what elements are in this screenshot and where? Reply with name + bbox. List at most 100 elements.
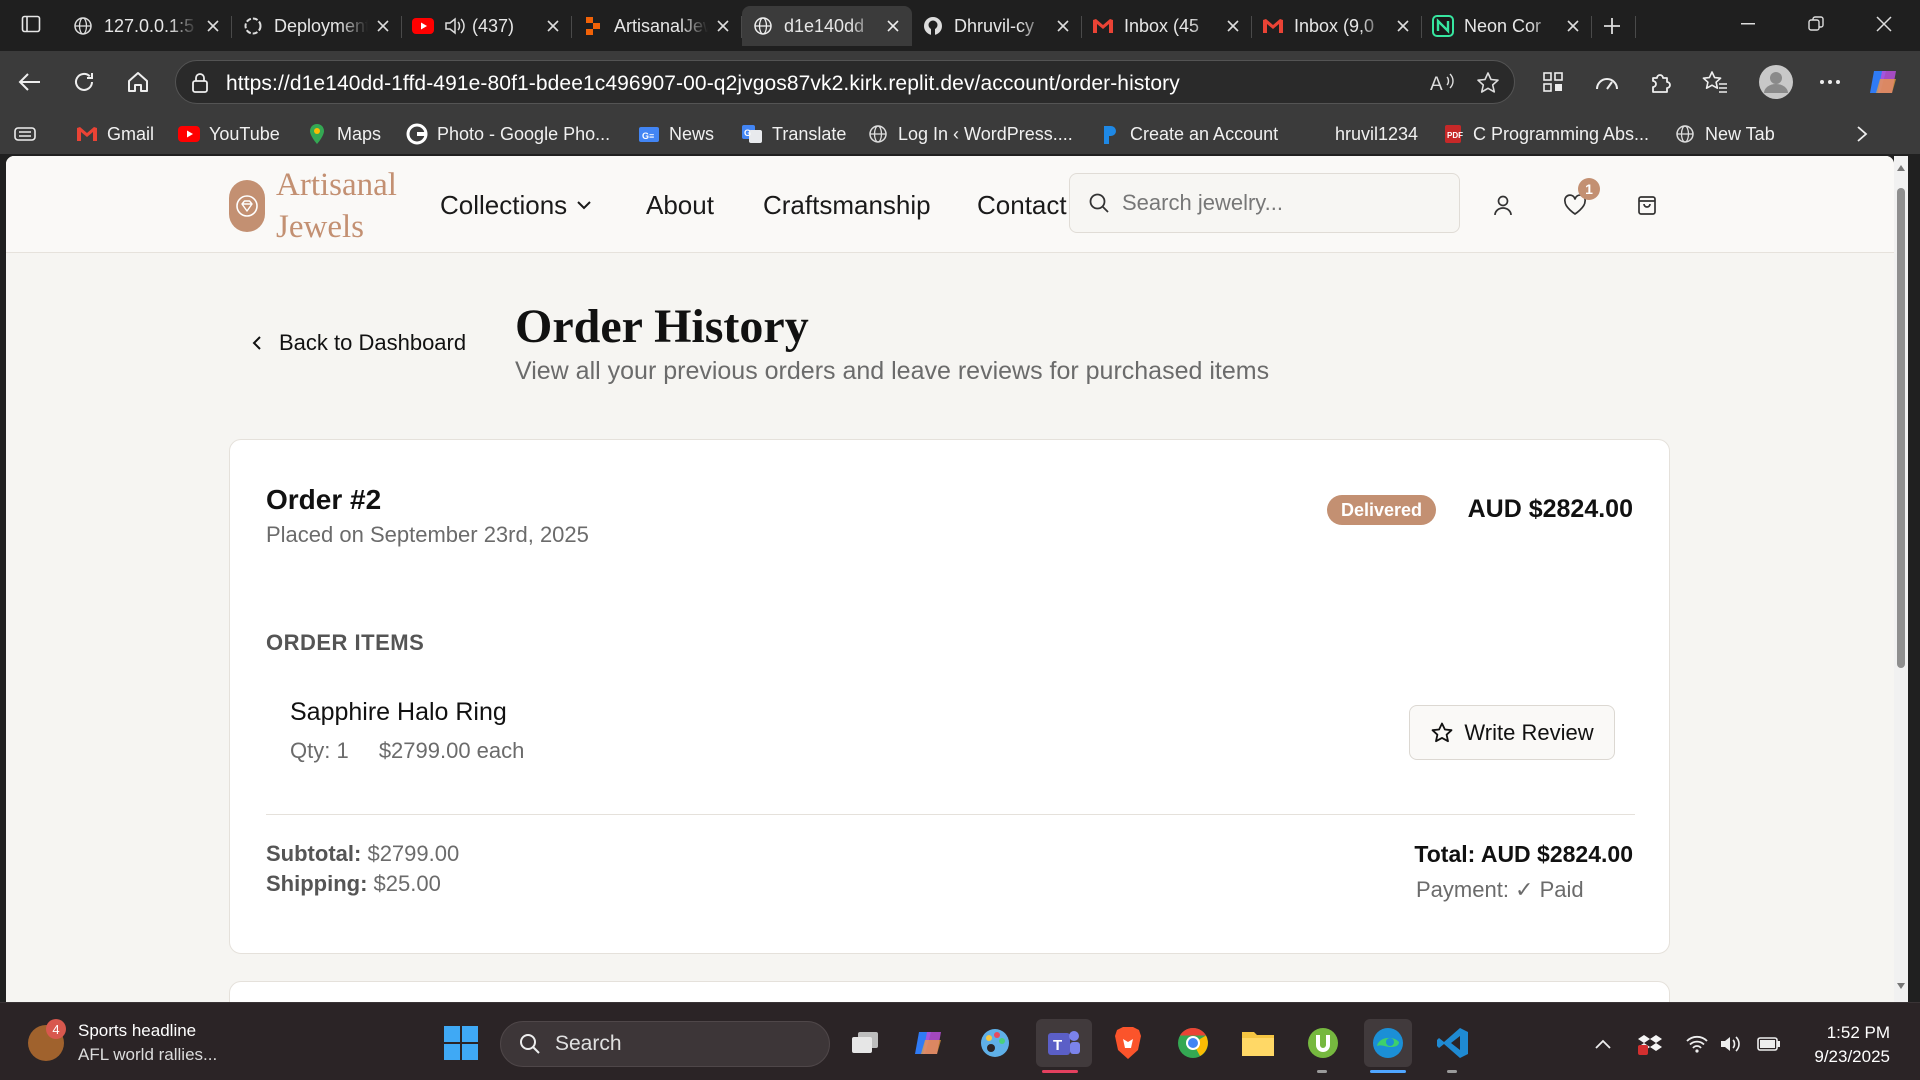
profile-button[interactable] <box>1756 62 1796 102</box>
account-button[interactable] <box>1484 186 1522 224</box>
show-hidden-icons[interactable] <box>1590 1031 1616 1057</box>
scroll-thumb[interactable] <box>1897 188 1905 668</box>
close-icon[interactable] <box>1394 17 1412 35</box>
bookmarks-overflow-button[interactable] <box>1856 119 1868 149</box>
performance-button[interactable] <box>1587 62 1627 102</box>
cart-button[interactable] <box>1628 186 1666 224</box>
browser-tab[interactable]: Neon Cor <box>1422 6 1592 46</box>
nav-collections[interactable]: Collections <box>440 190 591 221</box>
browser-tab-active[interactable]: d1e140dd <box>742 6 912 46</box>
bookmark-label: Log In ‹ WordPress.... <box>898 123 1073 144</box>
close-icon[interactable] <box>1564 17 1582 35</box>
home-button[interactable] <box>118 62 158 102</box>
back-button[interactable] <box>10 62 50 102</box>
chrome-app[interactable] <box>1169 1019 1217 1067</box>
bookmark-create-account[interactable]: Create an Account <box>1099 119 1278 149</box>
refresh-button[interactable] <box>64 62 104 102</box>
brave-app[interactable] <box>1104 1019 1152 1067</box>
close-icon[interactable] <box>204 17 222 35</box>
new-tab-button[interactable] <box>1592 6 1636 46</box>
tab-actions-button[interactable] <box>0 0 62 48</box>
tab-title: Inbox (9,0 <box>1294 15 1375 36</box>
svg-text:G≡: G≡ <box>642 131 654 141</box>
browser-tab[interactable]: Inbox (45 <box>1082 6 1252 46</box>
close-icon[interactable] <box>714 17 732 35</box>
scroll-down-icon[interactable] <box>1897 982 1905 990</box>
start-button[interactable] <box>437 1019 485 1067</box>
close-window-button[interactable] <box>1852 0 1916 48</box>
url-text[interactable]: https://d1e140dd-1ffd-491e-80f1-bdee1c49… <box>226 72 1180 96</box>
copilot-button[interactable] <box>1864 62 1904 102</box>
close-icon[interactable] <box>1224 17 1242 35</box>
bookmark-hruvil[interactable]: hruvil1234 <box>1335 119 1418 149</box>
bookmark-translate[interactable]: G Translate <box>741 119 846 149</box>
browser-tab[interactable]: Deployments <box>232 6 402 46</box>
plus-icon <box>1602 16 1622 36</box>
write-review-button[interactable]: Write Review <box>1409 705 1615 760</box>
gem-logo-icon[interactable] <box>229 180 265 232</box>
bookmark-label: YouTube <box>209 123 280 144</box>
extensions-button[interactable] <box>1641 62 1681 102</box>
news-widget[interactable]: 4 Sports headline AFL world rallies... <box>28 1019 217 1067</box>
close-icon[interactable] <box>1054 17 1072 35</box>
bookmark-youtube[interactable]: YouTube <box>178 119 280 149</box>
file-explorer-app[interactable] <box>1234 1019 1282 1067</box>
nav-contact[interactable]: Contact <box>977 190 1067 221</box>
page-scrollbar[interactable] <box>1894 156 1908 1002</box>
bookmark-photos[interactable]: Photo - Google Pho... <box>406 119 610 149</box>
bookmark-new-tab[interactable]: New Tab <box>1674 119 1775 149</box>
back-to-dashboard-link[interactable]: Back to Dashboard <box>251 330 466 356</box>
volume-tray[interactable] <box>1718 1031 1744 1057</box>
browser-tab[interactable]: 127.0.0.1:5 <box>62 6 232 46</box>
close-icon[interactable] <box>544 17 562 35</box>
arrow-left-icon <box>18 73 40 91</box>
restore-button[interactable] <box>1784 0 1848 48</box>
teams-icon: T <box>1048 1031 1080 1055</box>
task-view-button[interactable] <box>841 1019 889 1067</box>
nav-craftsmanship[interactable]: Craftsmanship <box>763 190 931 221</box>
tab-title: (437) <box>472 15 515 36</box>
browser-tab[interactable]: Dhruvil-cy <box>912 6 1082 46</box>
minimize-icon <box>1741 23 1755 25</box>
copilot-app[interactable] <box>906 1019 954 1067</box>
wifi-tray[interactable] <box>1684 1031 1710 1057</box>
favorites-button[interactable] <box>1695 62 1735 102</box>
read-aloud-icon[interactable]: A <box>1430 71 1456 95</box>
battery-tray[interactable] <box>1756 1031 1782 1057</box>
more-menu-button[interactable] <box>1810 62 1850 102</box>
minimize-button[interactable] <box>1716 0 1780 48</box>
bookmark-c-programming[interactable]: PDF C Programming Abs... <box>1442 119 1649 149</box>
dropbox-icon <box>1638 1035 1662 1055</box>
browser-tab[interactable]: Inbox (9,0 <box>1252 6 1422 46</box>
site-info-icon[interactable] <box>190 72 210 94</box>
bookmark-gmail[interactable]: Gmail <box>76 119 154 149</box>
taskbar-search[interactable]: Search <box>500 1021 830 1067</box>
speaker-icon[interactable] <box>444 15 466 37</box>
app-grid-button[interactable] <box>1533 62 1573 102</box>
browser-tab[interactable]: ArtisanalJewels <box>572 6 742 46</box>
paint-app[interactable] <box>971 1019 1019 1067</box>
dropbox-tray[interactable] <box>1637 1031 1663 1057</box>
system-clock[interactable]: 1:52 PM 9/23/2025 <box>1814 1021 1890 1069</box>
brand-logo[interactable]: Artisanal Jewels <box>276 164 416 248</box>
close-icon[interactable] <box>884 17 902 35</box>
reading-list-button[interactable] <box>14 119 45 149</box>
translate-icon: G <box>741 123 763 145</box>
favorite-star-icon[interactable] <box>1476 71 1500 95</box>
bookmark-news[interactable]: G≡ News <box>638 119 714 149</box>
bookmark-wordpress[interactable]: Log In ‹ WordPress.... <box>867 119 1073 149</box>
nav-about[interactable]: About <box>646 190 714 221</box>
vscode-app[interactable] <box>1429 1019 1477 1073</box>
order-items-heading: ORDER ITEMS <box>266 630 425 655</box>
close-icon[interactable] <box>374 17 392 35</box>
utorrent-icon <box>1308 1028 1338 1058</box>
edge-app[interactable] <box>1364 1019 1412 1073</box>
utorrent-app[interactable] <box>1299 1019 1347 1073</box>
search-input[interactable] <box>1122 190 1422 216</box>
teams-app[interactable]: T <box>1036 1019 1092 1073</box>
browser-tab[interactable]: (437) <box>402 6 572 46</box>
address-bar[interactable]: https://d1e140dd-1ffd-491e-80f1-bdee1c49… <box>175 60 1515 104</box>
wishlist-button[interactable]: 1 <box>1556 178 1600 224</box>
scroll-up-icon[interactable] <box>1897 164 1905 172</box>
bookmark-maps[interactable]: Maps <box>306 119 381 149</box>
